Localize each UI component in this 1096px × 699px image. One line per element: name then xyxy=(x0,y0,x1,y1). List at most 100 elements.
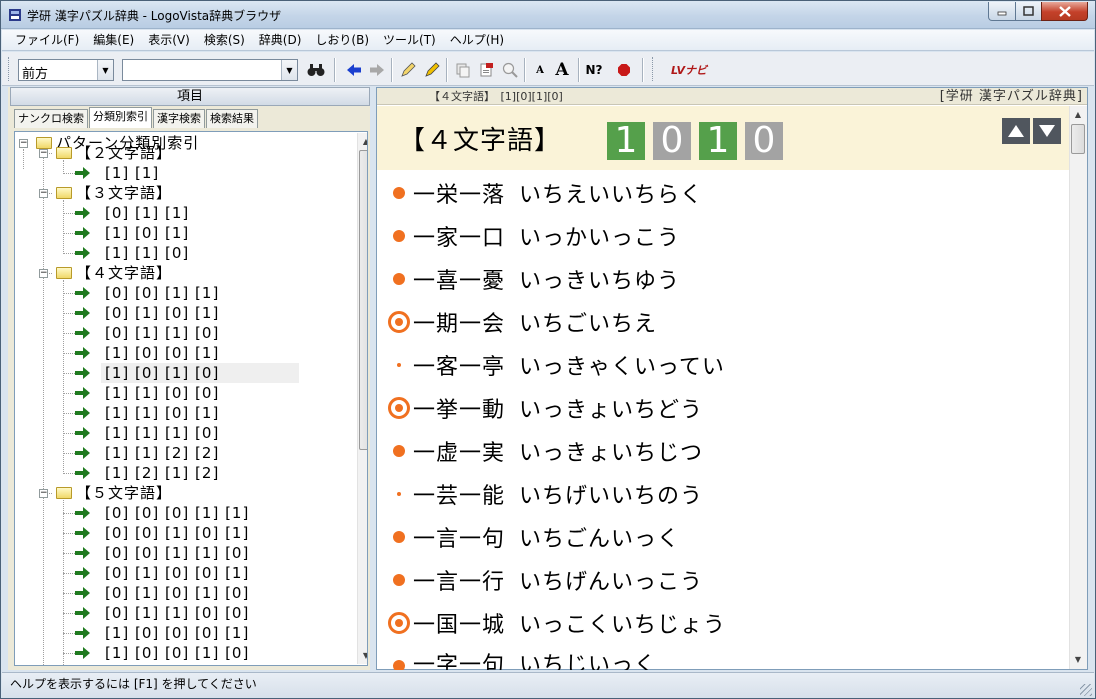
toolbar-grip[interactable] xyxy=(8,57,11,81)
entry-row[interactable]: 一期一会 いちごいちえ xyxy=(387,302,657,342)
tree-group-4char[interactable]: 【４文字語】 xyxy=(76,263,172,283)
tree-item[interactable]: [1] [1] [2] [2] xyxy=(105,443,219,463)
entry-row[interactable]: 一挙一動 いっきょいちどう xyxy=(387,388,703,428)
entry-row[interactable]: 一字一句 いちじいっく xyxy=(387,646,657,670)
tree-item[interactable]: [1] [1] [0] [1] xyxy=(105,403,219,423)
tree-item[interactable]: [1] [1] xyxy=(105,163,159,183)
tree-item[interactable]: [0] [1] [0] [0] [1] xyxy=(105,563,249,583)
lv-navi-icon[interactable]: LVナビ xyxy=(666,60,712,80)
entry-reading: いちえいいちらく xyxy=(519,183,704,208)
menu-search[interactable]: 検索(S) xyxy=(197,30,252,51)
entry-row[interactable]: 一芸一能 いちげいいちのう xyxy=(387,474,703,514)
tree-item[interactable]: [0] [0] [1] [1] [0] xyxy=(105,543,249,563)
back-arrow-icon[interactable] xyxy=(344,60,364,80)
title-bar[interactable]: 学研 漢字パズル辞典 - LogoVista辞典ブラウザ xyxy=(1,1,1095,29)
tab-nancro-search[interactable]: ナンクロ検索 xyxy=(14,109,88,128)
next-entry-button[interactable] xyxy=(1033,118,1061,144)
left-scrollbar[interactable]: ▲ ▼ xyxy=(357,133,367,664)
stop-icon[interactable] xyxy=(614,60,634,80)
scrollbar-thumb[interactable] xyxy=(1071,124,1085,154)
tree-group-5char[interactable]: 【５文字語】 xyxy=(76,483,172,503)
tree-item[interactable]: [0] [0] [1] [0] [1] xyxy=(105,523,249,543)
cut-icon[interactable] xyxy=(477,60,497,80)
entry-row[interactable]: 一言一行 いちげんいっこう xyxy=(387,560,703,600)
minimize-button[interactable] xyxy=(988,2,1016,21)
common-mark-icon xyxy=(387,525,411,549)
resize-grip-icon[interactable] xyxy=(1080,684,1092,696)
category-tree[interactable]: − パターン分類別索引 − 【２文字語】 [1] [1] − 【３文字語】 [0… xyxy=(14,131,368,666)
tree-item[interactable]: [0] [1] [1] xyxy=(105,203,189,223)
tree-item[interactable]: [0] [1] [0] [1] [0] xyxy=(105,583,249,603)
entry-row[interactable]: 一言一句 いちごんいっく xyxy=(387,517,680,557)
scroll-up-icon[interactable]: ▲ xyxy=(358,133,367,149)
tree-item[interactable]: [1] [0] [0] [1] [0] xyxy=(105,643,249,663)
tab-search-results[interactable]: 検索結果 xyxy=(206,109,258,128)
tree-item[interactable]: [1] [0] [1] xyxy=(105,223,189,243)
binoculars-icon[interactable] xyxy=(306,60,326,80)
scroll-down-icon[interactable]: ▼ xyxy=(358,647,367,663)
menu-edit[interactable]: 編集(E) xyxy=(86,30,141,51)
toolbar-grip[interactable] xyxy=(652,57,655,81)
entry-row[interactable]: 一虚一実 いっきょいちじつ xyxy=(387,431,703,471)
tree-group-2char[interactable]: 【２文字語】 xyxy=(76,143,172,163)
collapse-icon[interactable]: − xyxy=(39,149,48,158)
collapse-icon[interactable]: − xyxy=(39,489,48,498)
font-small-icon[interactable]: A xyxy=(530,60,550,80)
menu-bookmark[interactable]: しおり(B) xyxy=(308,30,376,51)
tab-category-index[interactable]: 分類別索引 xyxy=(89,107,152,128)
rare-mark-icon xyxy=(387,353,411,377)
tree-item[interactable]: [1] [1] [0] [0] xyxy=(105,383,219,403)
entry-row[interactable]: 一国一城 いっこくいちじょう xyxy=(387,603,726,643)
menu-view[interactable]: 表示(V) xyxy=(141,30,197,51)
menu-tools[interactable]: ツール(T) xyxy=(376,30,443,51)
tab-kanji-search[interactable]: 漢字検索 xyxy=(153,109,205,128)
tree-item[interactable]: [0] [1] [1] [0] [0] xyxy=(105,603,249,623)
highlighter-icon[interactable] xyxy=(422,60,442,80)
help-cursor-icon[interactable]: N? xyxy=(584,60,604,80)
maximize-button[interactable] xyxy=(1015,2,1042,21)
tree-item[interactable]: [0] [0] [0] [1] [1] xyxy=(105,503,249,523)
window-title: 学研 漢字パズル辞典 - LogoVista辞典ブラウザ xyxy=(27,9,282,23)
search-input[interactable]: ▼ xyxy=(122,59,298,81)
collapse-icon[interactable]: − xyxy=(39,269,48,278)
collapse-icon[interactable]: − xyxy=(19,139,28,148)
entry-reading: いちげんいっこう xyxy=(519,570,704,595)
close-button[interactable] xyxy=(1041,2,1088,21)
tree-item[interactable]: [1] [0] [0] [1] xyxy=(105,343,219,363)
menu-help[interactable]: ヘルプ(H) xyxy=(443,30,511,51)
tree-item[interactable]: [0] [1] [0] [1] xyxy=(105,303,219,323)
important-mark-icon xyxy=(387,310,411,334)
tree-item[interactable]: [0] [0] [1] [1] xyxy=(105,283,219,303)
pencil-icon[interactable] xyxy=(398,60,418,80)
chevron-down-icon[interactable]: ▼ xyxy=(97,60,113,80)
tree-item[interactable]: [1] [1] [0] xyxy=(105,243,189,263)
entry-row[interactable]: 一客一亭 いっきゃくいってい xyxy=(387,345,725,385)
pattern-digit: 0 xyxy=(745,122,783,160)
pattern-digit: 1 xyxy=(699,122,737,160)
zoom-icon[interactable] xyxy=(500,60,520,80)
forward-arrow-icon[interactable] xyxy=(367,60,387,80)
prev-entry-button[interactable] xyxy=(1002,118,1030,144)
entry-row[interactable]: 一栄一落 いちえいいちらく xyxy=(387,173,703,213)
content-scrollbar[interactable]: ▲ ▼ xyxy=(1069,106,1087,669)
scroll-down-icon[interactable]: ▼ xyxy=(1070,651,1086,667)
tree-group-3char[interactable]: 【３文字語】 xyxy=(76,183,172,203)
collapse-icon[interactable]: − xyxy=(39,189,48,198)
copy-icon[interactable] xyxy=(453,60,473,80)
entry-row[interactable]: 一家一口 いっかいっこう xyxy=(387,216,680,256)
tree-item[interactable]: [1] [2] [1] [2] xyxy=(105,463,219,483)
entry-row[interactable]: 一喜一憂 いっきいちゆう xyxy=(387,259,680,299)
arrow-right-icon xyxy=(75,307,90,319)
chevron-down-icon[interactable]: ▼ xyxy=(281,60,297,80)
font-large-icon[interactable]: A xyxy=(552,60,572,80)
scroll-up-icon[interactable]: ▲ xyxy=(1070,106,1086,122)
tree-item[interactable]: [1] [1] [1] [0] xyxy=(105,423,219,443)
toolbar-separator xyxy=(578,58,580,82)
menu-file[interactable]: ファイル(F) xyxy=(8,30,86,51)
tree-item[interactable]: [0] [1] [1] [0] xyxy=(105,323,219,343)
tree-item-selected[interactable]: [1] [0] [1] [0] xyxy=(105,363,219,383)
tree-item[interactable]: [1] [0] [0] [0] [1] xyxy=(105,623,249,643)
scrollbar-thumb[interactable] xyxy=(359,150,367,450)
search-mode-select[interactable]: 前方 ▼ xyxy=(18,59,114,82)
menu-dictionary[interactable]: 辞典(D) xyxy=(252,30,309,51)
